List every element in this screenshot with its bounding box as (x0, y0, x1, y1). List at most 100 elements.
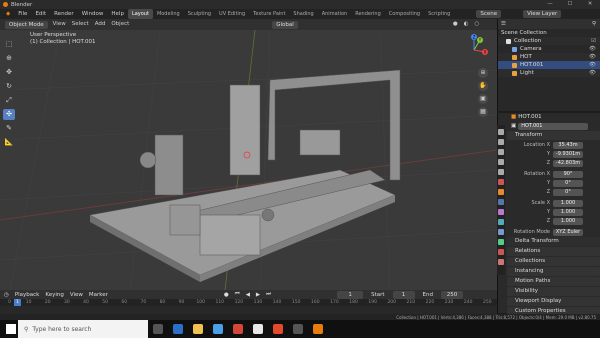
tab-scripting[interactable]: Scripting (424, 9, 454, 19)
eye-icon[interactable]: 👁 (589, 70, 596, 76)
scene-tab-icon[interactable] (498, 169, 504, 175)
delta-transform-header[interactable]: Delta Transform (507, 237, 600, 246)
outliner-item[interactable]: HOT.001 👁 (498, 61, 600, 69)
close-button[interactable]: ✕ (580, 0, 600, 9)
outliner-scene-collection[interactable]: Scene Collection (498, 29, 600, 37)
play-reverse-icon[interactable]: ◀ (246, 292, 250, 298)
particles-tab-icon[interactable] (498, 209, 504, 215)
jump-end-icon[interactable]: ⏭ (266, 291, 271, 298)
maximize-button[interactable]: ☐ (560, 0, 580, 9)
tab-shading[interactable]: Shading (289, 9, 317, 19)
office-icon[interactable] (233, 324, 243, 334)
tab-rendering[interactable]: Rendering (351, 9, 385, 19)
viewport-display-panel-header[interactable]: Viewport Display (507, 297, 600, 306)
material-tab-icon[interactable] (498, 249, 504, 255)
rotation-z-field[interactable]: 0° (553, 188, 583, 196)
start-frame-field[interactable]: 1 (392, 290, 415, 299)
pan-hand-icon[interactable]: ✋ (478, 81, 488, 91)
shading-solid-icon[interactable]: ● (450, 19, 461, 30)
view-layer-selector[interactable]: View Layer (523, 10, 562, 18)
blender-taskbar-icon[interactable] (313, 324, 323, 334)
relations-panel-header[interactable]: Relations (507, 247, 600, 256)
shading-material-icon[interactable]: ◐ (461, 19, 472, 30)
edge-icon[interactable] (173, 324, 183, 334)
play-icon[interactable]: ▶ (256, 292, 260, 298)
object-name-field[interactable]: HOT.001 (518, 122, 589, 130)
tab-uv-editing[interactable]: UV Editing (215, 9, 249, 19)
instancing-panel-header[interactable]: Instancing (507, 267, 600, 276)
taskbar-search[interactable]: ⚲ Type here to search (18, 320, 148, 338)
file-explorer-icon[interactable] (193, 324, 203, 334)
tool-tab-icon[interactable] (498, 129, 504, 135)
menu-keying[interactable]: Keying (45, 292, 63, 298)
constraints-tab-icon[interactable] (498, 229, 504, 235)
outliner-item[interactable]: HOT 👁 (498, 53, 600, 61)
location-y-field[interactable]: -9.9301m (553, 150, 583, 158)
end-frame-field[interactable]: 250 (441, 290, 463, 299)
rotate-icon[interactable]: ↻ (3, 80, 15, 92)
outliner-item[interactable]: Collection ☑ (498, 37, 600, 45)
rotation-y-field[interactable]: 0° (553, 179, 583, 187)
modifier-tab-icon[interactable] (498, 199, 504, 205)
location-x-field[interactable]: 35.43m (553, 141, 583, 149)
scale-icon[interactable]: ⤢ (3, 94, 15, 106)
transform-icon[interactable]: ✣ (3, 108, 15, 120)
tab-animation[interactable]: Animation (318, 9, 352, 19)
zoom-icon[interactable]: ⊕ (478, 68, 488, 78)
world-tab-icon[interactable] (498, 179, 504, 185)
menu-window[interactable]: Window (78, 9, 108, 19)
collections-panel-header[interactable]: Collections (507, 257, 600, 266)
timeline-ruler[interactable]: 0 10 20 30 40 50 60 70 80 90 100 110 120 130 140 150 160… (0, 299, 497, 306)
eye-icon[interactable]: 👁 (589, 54, 596, 60)
view-layer-tab-icon[interactable] (498, 159, 504, 165)
outliner-item[interactable]: Light 👁 (498, 69, 600, 77)
data-tab-icon[interactable] (498, 239, 504, 245)
cursor-icon[interactable]: ⊕ (3, 52, 15, 64)
transform-orientation-dropdown[interactable]: Global (272, 20, 298, 29)
filter-icon[interactable]: ⚲ (592, 21, 596, 27)
transform-panel-header[interactable]: Transform (507, 131, 600, 140)
playhead[interactable]: 1 (14, 299, 21, 306)
scale-y-field[interactable]: 1.000 (553, 208, 583, 216)
move-icon[interactable]: ✥ (3, 66, 15, 78)
select-box-icon[interactable]: ⬚ (3, 38, 15, 50)
windows-start-icon[interactable] (6, 324, 16, 334)
chrome-icon[interactable] (253, 324, 263, 334)
object-tab-icon[interactable] (498, 189, 504, 195)
scene-selector[interactable]: Scene (476, 10, 502, 18)
scale-z-field[interactable]: 1.000 (553, 217, 583, 225)
menu-add[interactable]: Add (92, 19, 109, 30)
eye-icon[interactable]: 👁 (589, 46, 596, 52)
menu-select[interactable]: Select (69, 19, 92, 30)
3d-viewport[interactable] (0, 30, 497, 290)
outliner-type-icon[interactable]: ☰ (501, 21, 506, 27)
menu-object[interactable]: Object (108, 19, 132, 30)
visibility-checkbox[interactable]: ☑ (591, 38, 596, 44)
menu-file[interactable]: File (14, 9, 31, 19)
task-view-icon[interactable] (153, 324, 163, 334)
editor-type-icon[interactable]: ◷ (4, 292, 9, 298)
annotate-icon[interactable]: ✎ (3, 122, 15, 134)
shading-rendered-icon[interactable]: ○ (471, 19, 482, 30)
app-icon[interactable] (293, 324, 303, 334)
grid-icon[interactable]: ▦ (478, 107, 488, 117)
render-tab-icon[interactable] (498, 139, 504, 145)
tab-layout[interactable]: Layout (127, 9, 153, 19)
navigation-gizmo[interactable]: X Y Z (458, 34, 490, 66)
current-frame-field[interactable]: 1 (337, 290, 364, 299)
minimize-button[interactable]: — (540, 0, 560, 9)
location-z-field[interactable]: -42.803m (553, 159, 583, 167)
texture-tab-icon[interactable] (498, 259, 504, 265)
scale-x-field[interactable]: 1.000 (553, 199, 583, 207)
menu-marker[interactable]: Marker (89, 292, 108, 298)
blender-menu-icon[interactable]: ◆ (2, 9, 14, 19)
eye-icon[interactable]: 👁 (589, 62, 596, 68)
motion-paths-panel-header[interactable]: Motion Paths (507, 277, 600, 286)
menu-view[interactable]: View (50, 19, 69, 30)
tab-compositing[interactable]: Compositing (385, 9, 424, 19)
app-icon[interactable] (273, 324, 283, 334)
tab-modeling[interactable]: Modeling (153, 9, 184, 19)
store-icon[interactable] (213, 324, 223, 334)
tab-texture-paint[interactable]: Texture Paint (249, 9, 289, 19)
menu-playback[interactable]: Playback (15, 292, 40, 298)
